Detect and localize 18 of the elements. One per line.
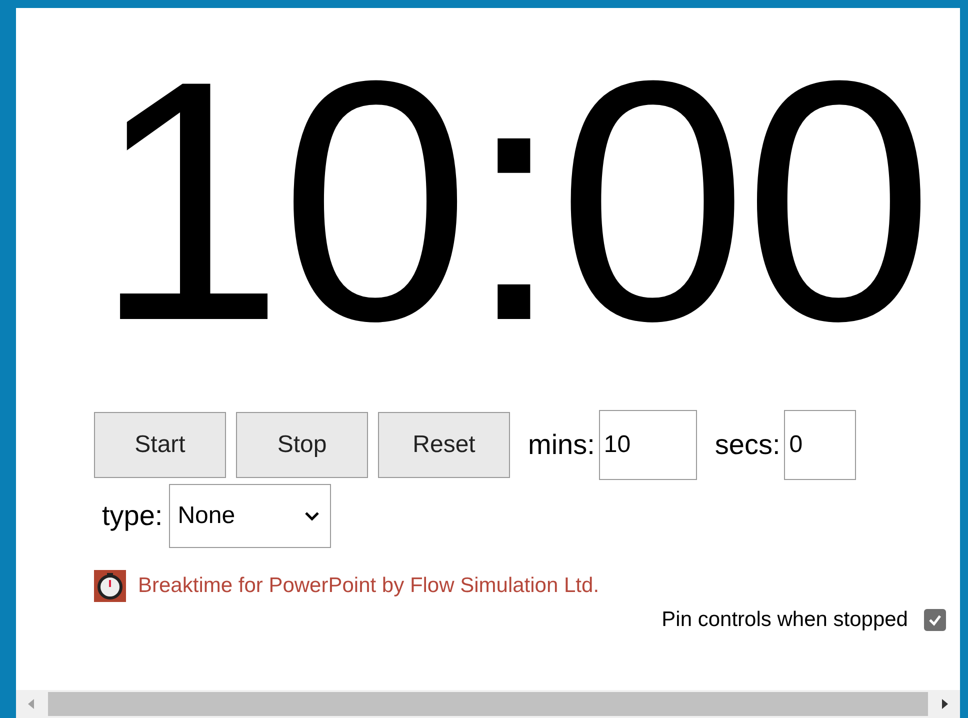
field-label: secs: <box>714 429 780 461</box>
chevron-icon <box>304 511 320 521</box>
pin-label: Pin controls when stopped <box>662 608 908 632</box>
timer-button[interactable]: Stop <box>236 412 368 478</box>
type-label: type: <box>102 500 163 532</box>
pin-checkbox[interactable] <box>924 609 946 631</box>
field-label: mins: <box>528 429 595 461</box>
number-field[interactable]: 0 <box>784 410 856 480</box>
timer-display: 10:00 <box>94 30 930 394</box>
timer-button[interactable]: Reset <box>378 412 510 478</box>
credit-link[interactable]: Breaktime for PowerPoint by Flow Simulation Ltd. <box>138 574 600 598</box>
scroll-left-icon[interactable] <box>26 698 36 710</box>
type-dropdown[interactable]: None <box>168 484 331 548</box>
number-field[interactable]: 10 <box>598 410 697 480</box>
scroll-right-icon[interactable] <box>940 698 950 710</box>
stopwatch-icon <box>94 570 126 602</box>
timer-button[interactable]: Start <box>94 412 226 478</box>
scrollbar-thumb[interactable] <box>48 692 928 716</box>
